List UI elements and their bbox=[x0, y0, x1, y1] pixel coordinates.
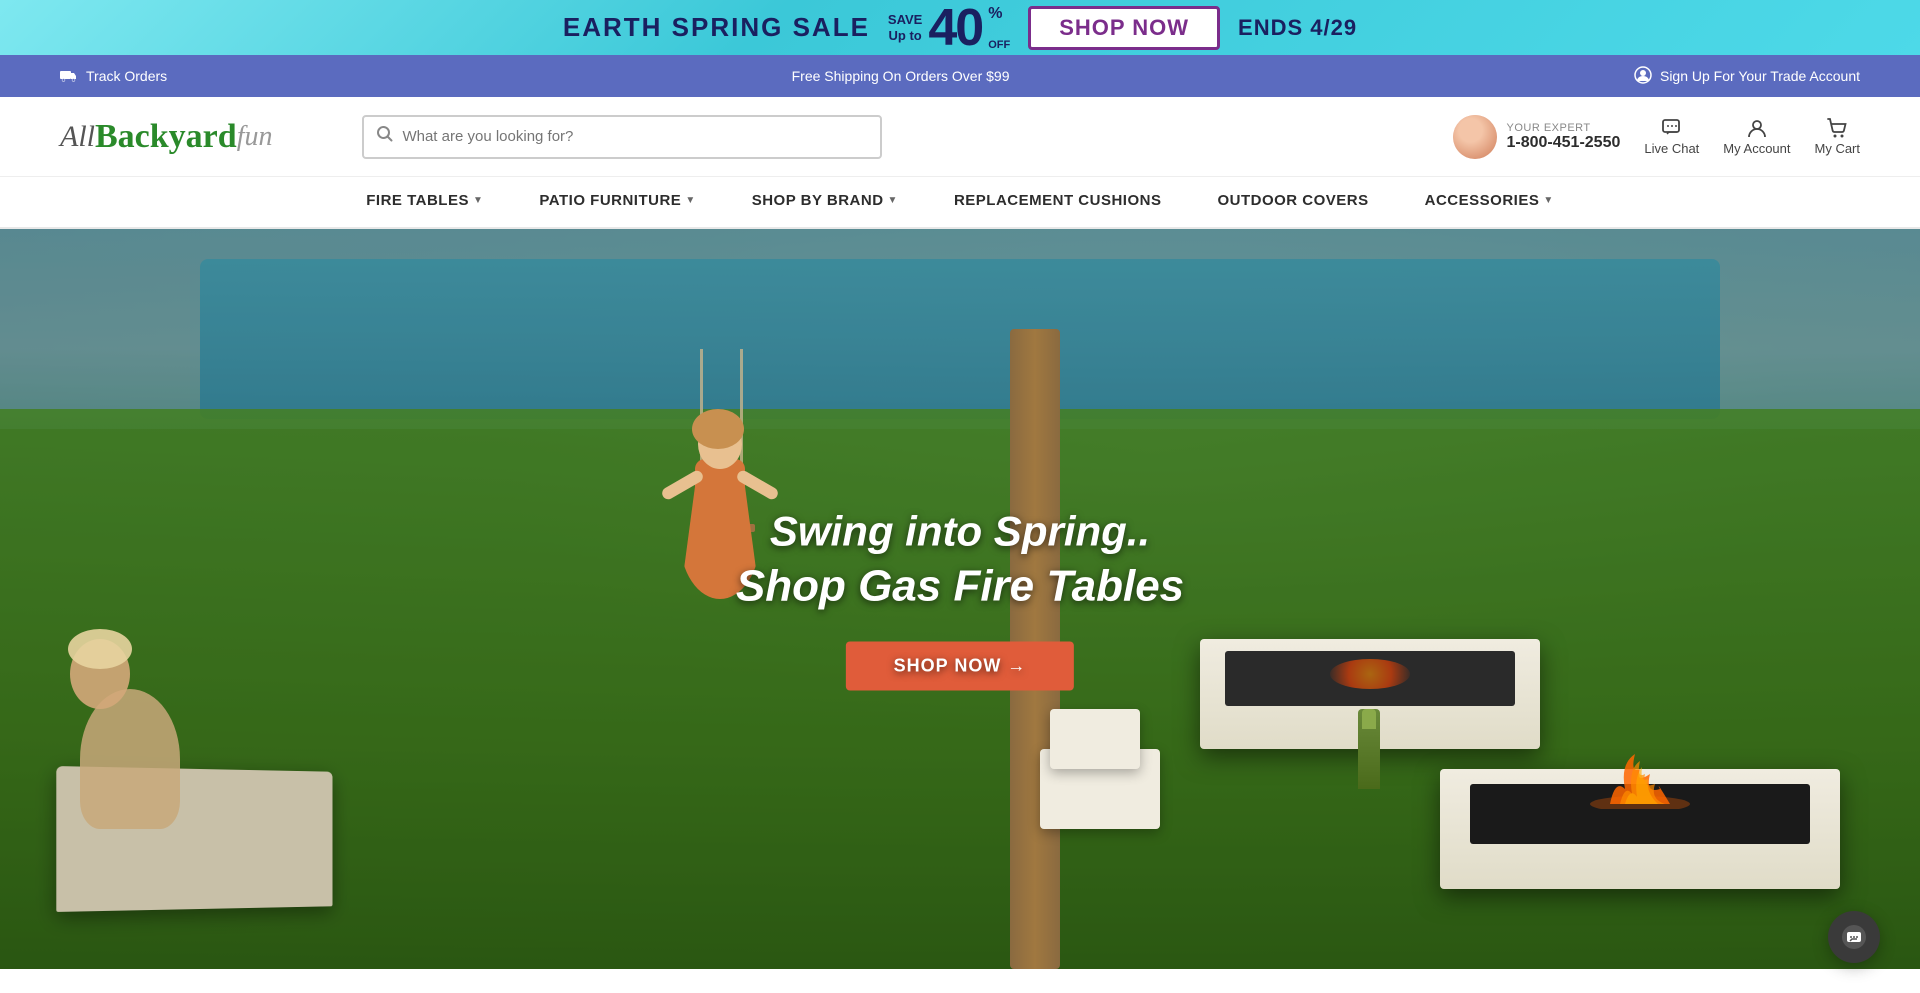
chevron-down-icon: ▼ bbox=[685, 195, 695, 206]
chair-cushion-2 bbox=[1050, 709, 1140, 769]
chat-icon bbox=[1661, 117, 1683, 139]
nav-accessories[interactable]: ACCESSORIES ▼ bbox=[1397, 176, 1582, 228]
my-account-button[interactable]: My Account bbox=[1723, 117, 1790, 156]
my-account-label: My Account bbox=[1723, 141, 1790, 156]
chevron-down-icon: ▼ bbox=[888, 195, 898, 206]
track-orders-link[interactable]: Track Orders bbox=[60, 68, 167, 85]
main-navigation: FIRE TABLES ▼ PATIO FURNITURE ▼ SHOP BY … bbox=[0, 177, 1920, 229]
hero-content: Swing into Spring.. Shop Gas Fire Tables… bbox=[736, 508, 1184, 691]
nav-outdoor-covers[interactable]: OUTDOOR COVERS bbox=[1189, 176, 1396, 228]
free-shipping-text: Free Shipping On Orders Over $99 bbox=[792, 68, 1010, 84]
chevron-down-icon: ▼ bbox=[1543, 195, 1553, 206]
expert-avatar bbox=[1453, 115, 1497, 159]
hero-section: Swing into Spring.. Shop Gas Fire Tables… bbox=[0, 229, 1920, 969]
chat-bubble-icon bbox=[1841, 924, 1867, 950]
logo-all: All bbox=[60, 120, 95, 154]
expert-phone[interactable]: 1-800-451-2550 bbox=[1507, 134, 1621, 152]
banner-content: EARTH SPRING SALE SAVE Up to 40 % OFF SH… bbox=[563, 2, 1357, 54]
chevron-down-icon: ▼ bbox=[473, 195, 483, 206]
fire-flames bbox=[1570, 749, 1710, 809]
track-orders-label: Track Orders bbox=[86, 68, 167, 84]
expert-label: YOUR EXPERT bbox=[1507, 122, 1621, 134]
banner-amount: 40 bbox=[928, 2, 982, 54]
my-cart-label: My Cart bbox=[1815, 141, 1861, 156]
wine-bottle bbox=[1358, 709, 1380, 789]
live-chat-button[interactable]: Live Chat bbox=[1644, 117, 1699, 156]
nav-shop-by-brand[interactable]: SHOP BY BRAND ▼ bbox=[724, 176, 926, 228]
header: All Backyard fun YOUR EXPERT 1-800-451-2… bbox=[0, 97, 1920, 177]
nav-patio-furniture[interactable]: PATIO FURNITURE ▼ bbox=[511, 176, 723, 228]
live-chat-label: Live Chat bbox=[1644, 141, 1699, 156]
banner-sale-name: EARTH SPRING SALE bbox=[563, 12, 870, 43]
fire-table-2 bbox=[1440, 769, 1840, 889]
account-icon bbox=[1746, 117, 1768, 139]
banner-save-text: SAVE Up to bbox=[888, 12, 922, 43]
search-bar bbox=[362, 115, 882, 159]
top-banner: EARTH SPRING SALE SAVE Up to 40 % OFF SH… bbox=[0, 0, 1920, 55]
cart-icon bbox=[1826, 117, 1848, 139]
user-circle-icon bbox=[1634, 66, 1652, 87]
info-bar: Track Orders Free Shipping On Orders Ove… bbox=[0, 55, 1920, 97]
trade-account-link[interactable]: Sign Up For Your Trade Account bbox=[1634, 66, 1860, 87]
my-cart-button[interactable]: My Cart bbox=[1815, 117, 1861, 156]
hero-shop-now-button[interactable]: SHOP NOW → bbox=[846, 642, 1075, 691]
banner-percent-off: % OFF bbox=[988, 5, 1010, 51]
banner-discount: SAVE Up to 40 % OFF bbox=[888, 2, 1010, 54]
trade-account-label: Sign Up For Your Trade Account bbox=[1660, 68, 1860, 84]
nav-fire-tables[interactable]: FIRE TABLES ▼ bbox=[338, 176, 511, 228]
search-icon bbox=[376, 125, 394, 148]
logo-backyard: Backyard bbox=[95, 118, 237, 156]
person-lounger bbox=[60, 689, 360, 909]
nav-replacement-cushions[interactable]: REPLACEMENT CUSHIONS bbox=[926, 176, 1190, 228]
hero-title-line2: Shop Gas Fire Tables bbox=[736, 562, 1184, 612]
site-logo[interactable]: All Backyard fun bbox=[60, 118, 272, 156]
logo-fun: fun bbox=[237, 121, 273, 153]
expert-section: YOUR EXPERT 1-800-451-2550 bbox=[1453, 115, 1621, 159]
search-input[interactable] bbox=[402, 128, 868, 145]
header-right: YOUR EXPERT 1-800-451-2550 Live Chat My … bbox=[1453, 115, 1861, 159]
banner-shop-now-button[interactable]: SHOP NOW bbox=[1028, 6, 1220, 50]
truck-icon bbox=[60, 68, 78, 85]
banner-ends-text: ENDS 4/29 bbox=[1238, 15, 1357, 41]
chat-bubble-button[interactable] bbox=[1828, 911, 1880, 963]
expert-info: YOUR EXPERT 1-800-451-2550 bbox=[1507, 122, 1621, 152]
hero-title-line1: Swing into Spring.. bbox=[736, 508, 1184, 556]
